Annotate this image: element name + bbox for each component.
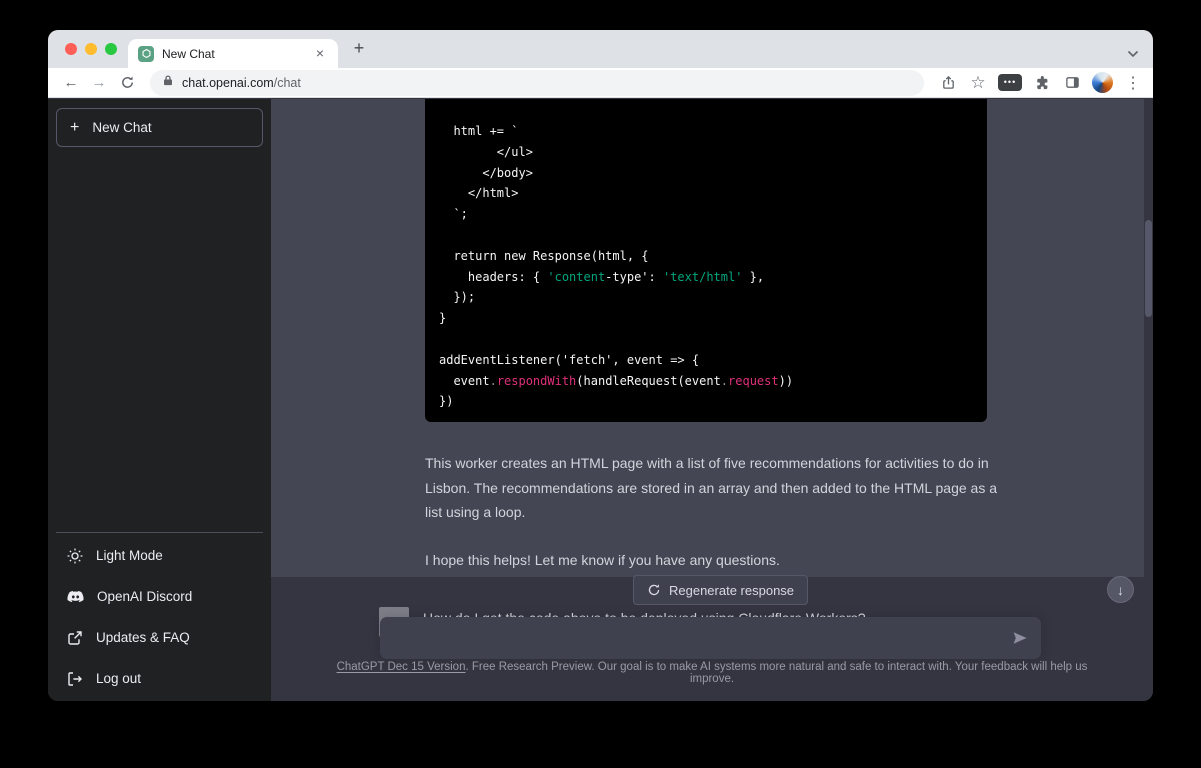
tab-close-icon[interactable]: ×	[312, 45, 328, 62]
page-content: + New Chat Light Mode OpenAI Discord Upd…	[48, 99, 1153, 701]
url-host: chat.openai.com	[182, 75, 274, 90]
sidebar-item-label: Log out	[96, 671, 142, 686]
sidebar-item-light-mode[interactable]: Light Mode	[56, 535, 263, 576]
regenerate-response-button[interactable]: Regenerate response	[633, 575, 809, 605]
external-link-icon	[68, 630, 82, 645]
minimize-window-button[interactable]	[85, 43, 97, 55]
url-text: chat.openai.com/chat	[182, 76, 301, 90]
scrollbar-thumb[interactable]	[1145, 220, 1152, 317]
sidebar: + New Chat Light Mode OpenAI Discord Upd…	[48, 99, 271, 701]
browser-toolbar: ← → chat.openai.com/chat ☆ ••• ⋮	[48, 68, 1153, 98]
chat-footer: ChatGPT Dec 15 Version. Free Research Pr…	[271, 661, 1153, 685]
version-link[interactable]: ChatGPT Dec 15 Version	[337, 661, 466, 673]
regenerate-label: Regenerate response	[669, 582, 795, 598]
back-icon[interactable]: ←	[58, 70, 84, 96]
message-input[interactable]	[380, 617, 1005, 659]
sidebar-item-log-out[interactable]: Log out	[56, 658, 263, 699]
extensions-puzzle-icon[interactable]	[1032, 73, 1052, 93]
new-chat-label: New Chat	[92, 120, 152, 135]
assistant-paragraph: I hope this helps! Let me know if you ha…	[425, 552, 780, 568]
traffic-lights	[65, 43, 117, 55]
close-window-button[interactable]	[65, 43, 77, 55]
browser-window: New Chat × + ← → chat.openai.com/chat ☆ …	[48, 30, 1153, 701]
browser-tab[interactable]: New Chat ×	[128, 39, 338, 68]
logout-icon	[68, 671, 82, 686]
side-panel-icon[interactable]	[1062, 73, 1082, 93]
discord-icon	[67, 590, 84, 602]
plus-icon: +	[70, 118, 80, 136]
message-composer	[380, 617, 1041, 659]
footer-text: . Free Research Preview. Our goal is to …	[465, 661, 1088, 685]
new-tab-button[interactable]: +	[348, 38, 370, 60]
code-block: html += ` </ul> </body> </html> `; retur…	[425, 99, 987, 422]
sidebar-item-label: Light Mode	[96, 548, 163, 563]
reload-icon[interactable]	[114, 70, 140, 96]
extension-badge-icon[interactable]: •••	[998, 74, 1022, 91]
chat-main: html += ` </ul> </body> </html> `; retur…	[271, 99, 1153, 701]
toolbar-actions: ☆ ••• ⋮	[934, 72, 1143, 93]
sidebar-item-discord[interactable]: OpenAI Discord	[56, 576, 263, 617]
tab-title: New Chat	[162, 46, 215, 61]
scroll-to-bottom-button[interactable]: ↓	[1107, 576, 1134, 603]
chatgpt-favicon-icon	[138, 45, 154, 62]
lock-icon[interactable]	[162, 74, 174, 92]
sun-icon	[67, 548, 83, 563]
profile-avatar[interactable]	[1092, 72, 1113, 93]
chevron-down-icon[interactable]	[1127, 45, 1139, 63]
scrollbar-track	[1144, 99, 1153, 701]
sidebar-item-label: OpenAI Discord	[97, 589, 193, 604]
new-chat-button[interactable]: + New Chat	[56, 108, 263, 147]
sidebar-item-label: Updates & FAQ	[96, 630, 190, 645]
maximize-window-button[interactable]	[105, 43, 117, 55]
assistant-paragraph: This worker creates an HTML page with a …	[425, 455, 998, 520]
browser-menu-icon[interactable]: ⋮	[1123, 73, 1143, 93]
bookmark-star-icon[interactable]: ☆	[968, 73, 988, 93]
sidebar-item-updates-faq[interactable]: Updates & FAQ	[56, 617, 263, 658]
share-icon[interactable]	[938, 73, 958, 93]
address-bar[interactable]: chat.openai.com/chat	[150, 69, 924, 96]
extension-badge-dots: •••	[1003, 77, 1017, 87]
url-path: /chat	[273, 75, 301, 90]
sidebar-footer: Light Mode OpenAI Discord Updates & FAQ …	[56, 532, 263, 699]
regenerate-icon	[648, 584, 660, 596]
tab-strip: New Chat × +	[48, 30, 1153, 68]
assistant-message: html += ` </ul> </body> </html> `; retur…	[271, 99, 1153, 577]
forward-icon[interactable]: →	[86, 70, 112, 96]
send-icon[interactable]	[1005, 623, 1035, 653]
code-content: html += ` </ul> </body> </html> `; retur…	[439, 124, 794, 409]
